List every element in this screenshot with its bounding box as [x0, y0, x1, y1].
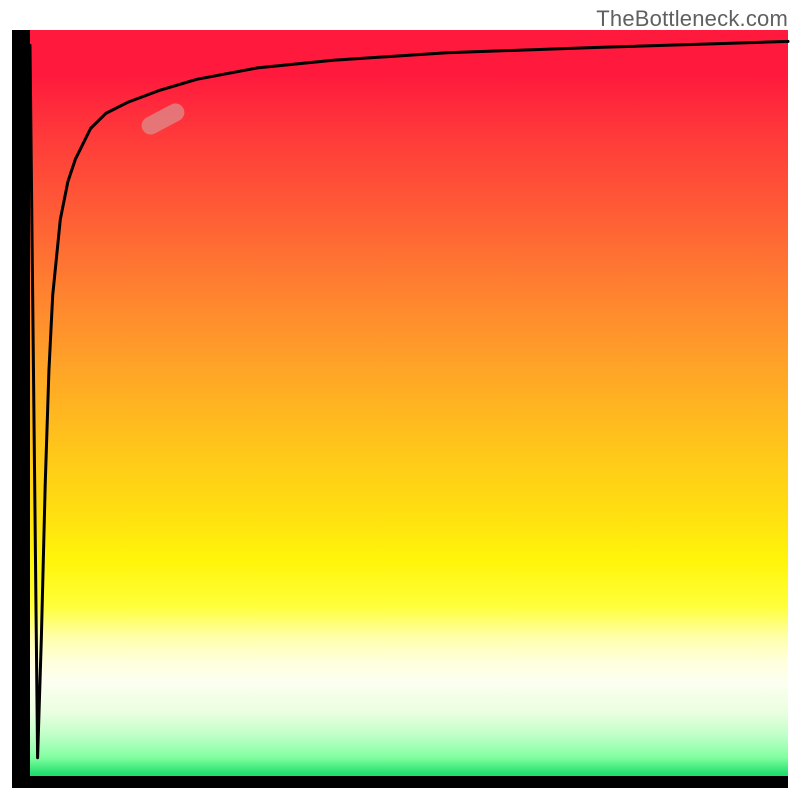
chart-container: TheBottleneck.com	[0, 0, 800, 800]
attribution-label: TheBottleneck.com	[596, 6, 788, 32]
bottleneck-curve	[30, 30, 788, 788]
y-axis	[12, 30, 30, 788]
curve-path	[30, 41, 788, 757]
